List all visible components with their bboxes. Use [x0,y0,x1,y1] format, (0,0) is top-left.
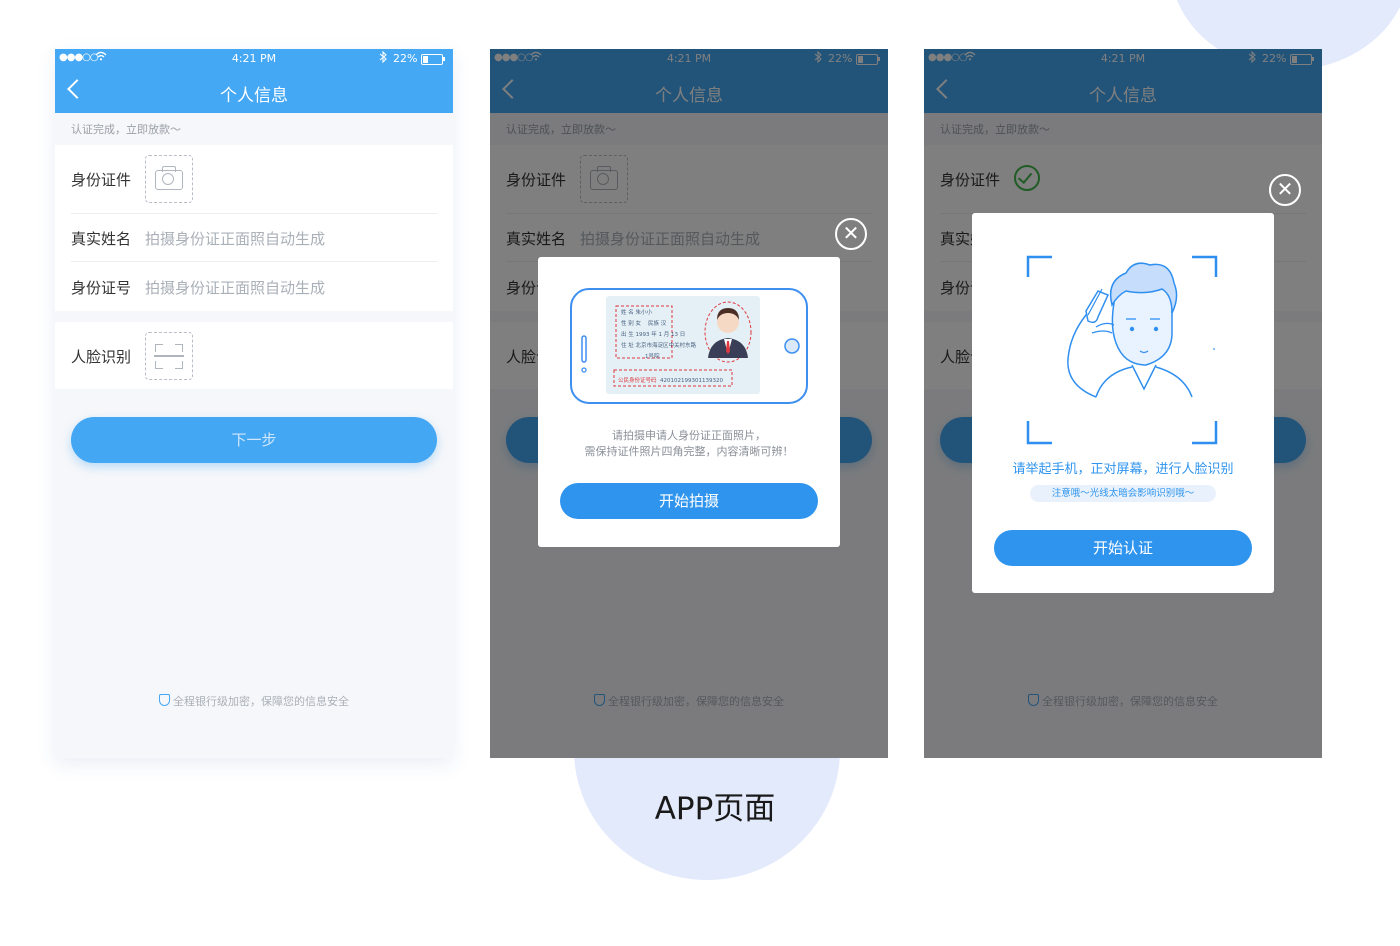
battery-icon [421,54,445,65]
close-icon[interactable]: ✕ [1269,174,1301,206]
real-name-label: 真实姓名 [71,230,132,248]
shield-icon [159,694,170,706]
page-caption: APP页面 [654,791,776,827]
face-recognition-label: 人脸识别 [71,348,132,366]
next-button[interactable]: 下一步 [71,417,437,463]
close-icon[interactable]: ✕ [835,218,867,250]
notice-text: 认证完成，立即放款～ [71,123,181,136]
start-verify-button[interactable]: 开始认证 [994,530,1252,566]
phone-screen-2: ●●●○○ 4:21 PM 22% 个人信息 认证完成，立即放款～ 身份证件 真… [490,49,888,758]
face-recognition-row[interactable]: 人脸识别 [71,322,437,389]
face-scan-button[interactable] [145,332,193,380]
real-name-row: 真实姓名 拍摄身份证正面照自动生成 [71,213,437,262]
camera-upload-button[interactable] [145,155,193,203]
face-scan-icon [155,344,163,352]
id-card-text: 姓 名 朱小小 性 别 女 民族 汉 出 生 1993 年 1 月 13 日 住… [621,310,697,360]
info-card: 身份证件 真实姓名 拍摄身份证正面照自动生成 身份证号 拍摄身份证正面照自动生成 [55,145,453,311]
id-number-row: 身份证号 拍摄身份证正面照自动生成 [71,262,437,310]
battery-percent: 22% [393,52,418,65]
phone-screen-1: ●●●○○ 4:21 PM 22% 个人信息 认证完成，立即放款～ 身份证件 真… [55,49,453,758]
status-bar: ●●●○○ 4:21 PM 22% [55,49,453,69]
security-footer: 全程银行级加密，保障您的信息安全 [55,693,453,709]
id-document-label: 身份证件 [71,171,132,189]
id-number-hint: 拍摄身份证正面照自动生成 [145,279,326,297]
bluetooth-icon [379,50,387,66]
real-name-hint: 拍摄身份证正面照自动生成 [145,230,326,248]
face-recognition-modal: 请举起手机，正对屏幕，进行人脸识别 注意哦～光线太暗会影响识别哦～ 开始认证 [972,213,1274,593]
id-card-number-row: 公民身份证号码 420102199301139320 [618,378,724,384]
id-photo-modal: 姓 名 朱小小 性 别 女 民族 汉 出 生 1993 年 1 月 13 日 住… [538,257,840,547]
id-number-label: 身份证号 [71,279,132,297]
face-modal-note: 注意哦～光线太暗会影响识别哦～ [1030,485,1216,502]
start-photo-button[interactable]: 开始拍摄 [560,483,818,519]
face-modal-title: 请举起手机，正对屏幕，进行人脸识别 [1012,462,1234,477]
id-document-row[interactable]: 身份证件 [71,145,437,214]
id-modal-instruction-1: 请拍摄申请人身份证正面照片， [612,429,766,442]
nav-bar: 个人信息 [55,69,453,113]
face-card: 人脸识别 [55,322,453,389]
phone-screen-3: ●●●○○ 4:21 PM 22% 个人信息 认证完成，立即放款～ 身份证件 真… [924,49,1322,758]
page-title: 个人信息 [220,86,288,106]
id-modal-instruction-2: 需保持证件照片四角完整，内容清晰可辨！ [584,445,794,458]
face-illustration [1026,255,1218,445]
